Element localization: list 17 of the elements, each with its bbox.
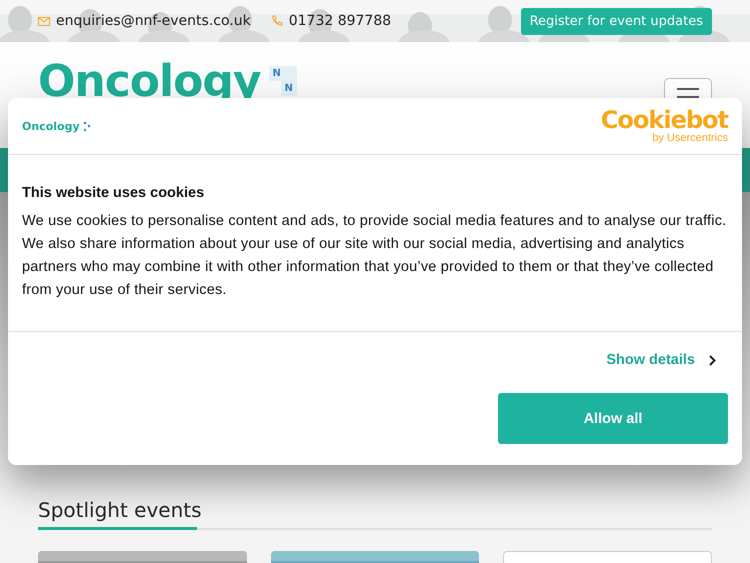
allow-all-button[interactable]: Allow all <box>498 393 728 444</box>
chevron-icon <box>709 354 716 366</box>
dialog-text: We use cookies to personalise content and ads, to provide social media features and to analyse our traffic. We also share information about your use of our site with our social media, advertising and analytics partners who may combine it with other information that you’ve provided to them or that they’ve collected from your use of their services. <box>22 212 728 300</box>
logo-mark: N <box>268 66 297 81</box>
phone-icon <box>270 15 283 27</box>
phone-number[interactable]: 01732 897788 <box>288 13 392 29</box>
logo-mark: N <box>280 81 297 96</box>
register-button[interactable]: Register for event updates <box>520 8 712 34</box>
envelope-icon <box>38 16 50 26</box>
section-heading: Spotlight events <box>38 497 202 524</box>
dialog-logo: Oncology <box>22 120 80 132</box>
dots-icon <box>82 120 91 132</box>
show-details-link[interactable]: Show details <box>606 352 728 368</box>
email-link[interactable]: enquiries@nnf-events.co.uk <box>56 13 251 29</box>
brand-tagline: by Usercentrics <box>652 132 728 144</box>
brand-logo: Cookiebot <box>600 108 728 132</box>
dialog-title: This website uses cookies <box>22 185 206 201</box>
